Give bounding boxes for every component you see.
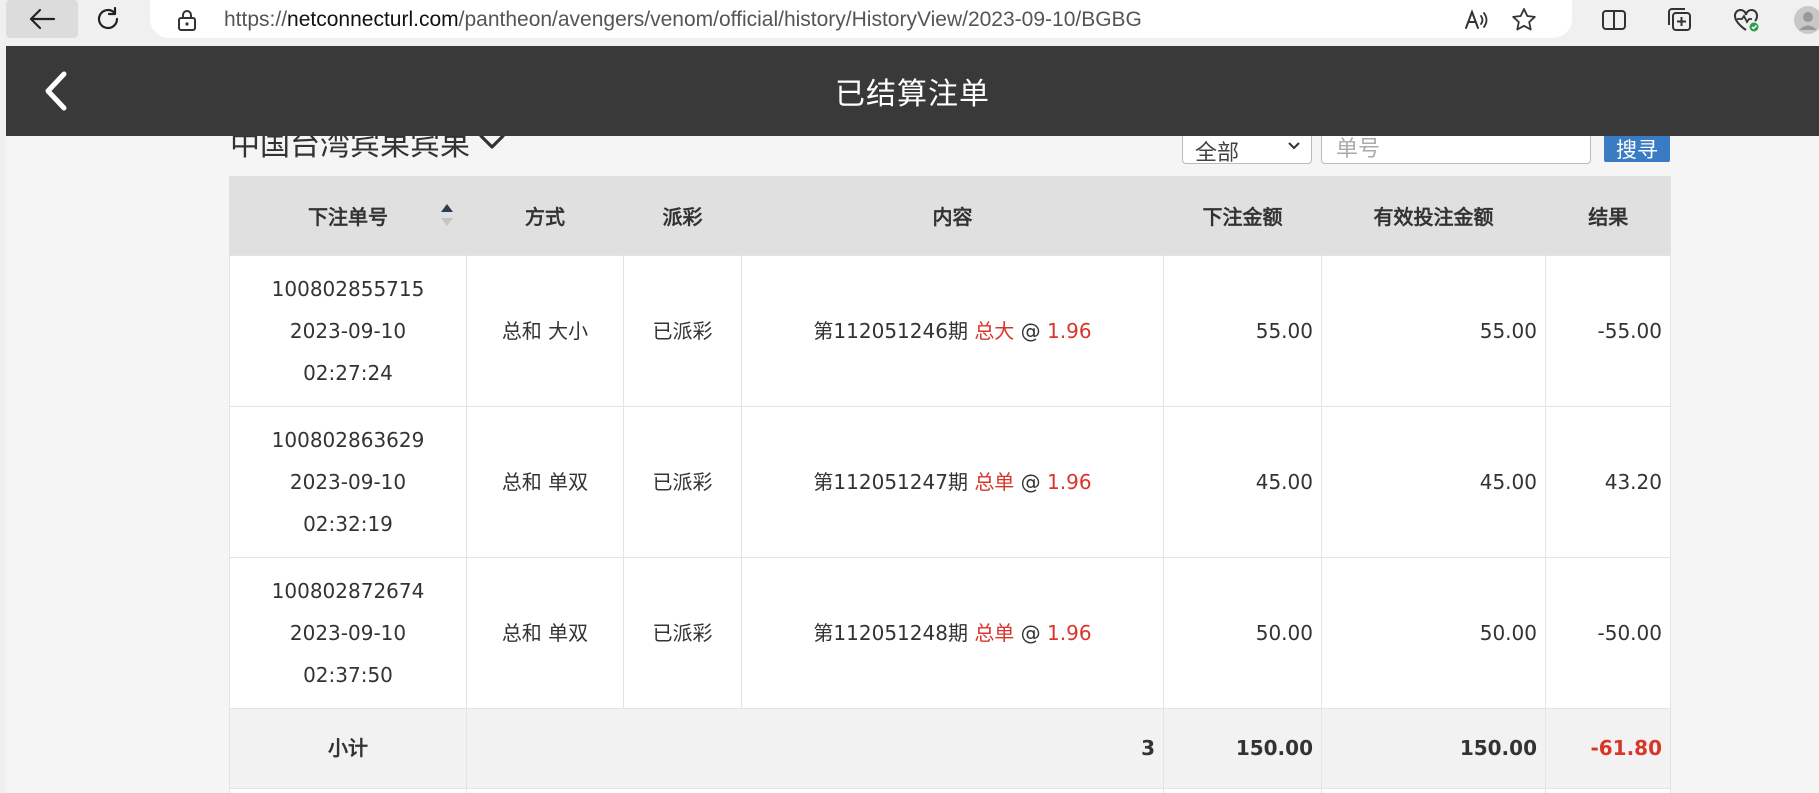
payout-cell: 已派彩	[623, 556, 742, 709]
read-aloud-icon[interactable]	[1462, 6, 1490, 34]
amount-cell: 45.00	[1163, 405, 1322, 558]
type-select-value: 全部	[1195, 141, 1240, 166]
subtotal-count: 3	[466, 707, 1164, 789]
chevron-down-icon	[1288, 142, 1300, 150]
order-cell: 100802863629 2023-09-10 02:32:19	[229, 405, 467, 558]
result-cell: 43.20	[1545, 405, 1671, 558]
table-row: 100802855715 2023-09-10 02:27:24 总和 大小 已…	[229, 254, 1671, 407]
reload-icon	[97, 6, 119, 30]
amount-cell: 50.00	[1163, 556, 1322, 709]
page-content: 已结算注单 中国台湾宾果宾果 全部 搜寻 下注单号	[6, 46, 1819, 793]
url-text[interactable]: https://netconnecturl.com/pantheon/aveng…	[224, 8, 1142, 32]
method-cell: 总和 大小	[466, 254, 624, 407]
at-sign: @	[1020, 469, 1041, 494]
favorite-star-icon[interactable]	[1510, 6, 1538, 34]
order-time: 02:32:19	[303, 511, 393, 536]
lock-icon	[178, 10, 196, 31]
column-header-order-no[interactable]: 下注单号	[229, 176, 467, 255]
column-header-valid-amount: 有效投注金额	[1321, 176, 1546, 255]
sort-icon[interactable]	[440, 202, 454, 228]
valid-amount-cell: 45.00	[1321, 405, 1546, 558]
subtotal-row: 小计 3 150.00 150.00 -61.80	[229, 707, 1671, 789]
table-row: 100802863629 2023-09-10 02:32:19 总和 单双 已…	[229, 405, 1671, 558]
subtotal-result: -61.80	[1545, 707, 1671, 789]
browser-back-button[interactable]	[6, 0, 78, 38]
amount-cell: 55.00	[1163, 254, 1322, 407]
odds: 1.96	[1047, 318, 1092, 343]
payout-cell: 已派彩	[623, 254, 742, 407]
content-cell: 第112051246期 总大 @ 1.96	[741, 254, 1164, 407]
period: 第112051246期	[813, 318, 968, 343]
column-header-payout: 派彩	[623, 176, 742, 255]
order-cell: 100802855715 2023-09-10 02:27:24	[229, 254, 467, 407]
order-cell: 100802872674 2023-09-10 02:37:50	[229, 556, 467, 709]
browser-toolbar: https://netconnecturl.com/pantheon/aveng…	[0, 0, 1819, 46]
order-number: 100802872674	[271, 578, 425, 603]
result-cell: -55.00	[1545, 254, 1671, 407]
order-time: 02:37:50	[303, 662, 393, 687]
subtotal-label: 小计	[229, 707, 467, 789]
valid-amount-cell: 55.00	[1321, 254, 1546, 407]
method-cell: 总和 单双	[466, 556, 624, 709]
chevron-left-icon[interactable]	[36, 68, 76, 114]
table-row: 100802872674 2023-09-10 02:37:50 总和 单双 已…	[229, 556, 1671, 709]
page-title: 已结算注单	[835, 77, 990, 112]
collections-icon[interactable]	[1664, 4, 1696, 36]
odds: 1.96	[1047, 620, 1092, 645]
result-cell: -50.00	[1545, 556, 1671, 709]
browser-essentials-icon[interactable]	[1730, 4, 1762, 36]
order-date: 2023-09-10	[289, 318, 407, 343]
order-number: 100802855715	[271, 276, 425, 301]
valid-amount-cell: 50.00	[1321, 556, 1546, 709]
browser-reload-button[interactable]	[72, 0, 144, 38]
arrow-left-icon	[29, 8, 56, 30]
pick: 总大	[974, 318, 1015, 343]
period: 第112051247期	[813, 469, 968, 494]
period: 第112051248期	[813, 620, 968, 645]
column-header-amount: 下注金额	[1163, 176, 1322, 255]
at-sign: @	[1020, 620, 1041, 645]
order-time: 02:27:24	[303, 360, 393, 385]
order-date: 2023-09-10	[289, 469, 407, 494]
order-number: 100802863629	[271, 427, 425, 452]
column-header-result: 结果	[1545, 176, 1671, 255]
split-screen-icon[interactable]	[1598, 4, 1630, 36]
subtotal-valid-amount: 150.00	[1321, 707, 1546, 789]
address-bar[interactable]: https://netconnecturl.com/pantheon/aveng…	[150, 0, 1572, 38]
content-cell: 第112051248期 总单 @ 1.96	[741, 556, 1164, 709]
at-sign: @	[1020, 318, 1041, 343]
content-cell: 第112051247期 总单 @ 1.96	[741, 405, 1164, 558]
column-header-method: 方式	[466, 176, 624, 255]
profile-avatar-icon[interactable]	[1792, 4, 1819, 36]
method-cell: 总和 单双	[466, 405, 624, 558]
settled-bets-table: 下注单号 方式 派彩 内容 下注金额 有效投注金额 结果 10080285571…	[229, 176, 1671, 793]
order-date: 2023-09-10	[289, 620, 407, 645]
pick: 总单	[974, 620, 1015, 645]
table-header-row: 下注单号 方式 派彩 内容 下注金额 有效投注金额 结果	[229, 176, 1671, 255]
pick: 总单	[974, 469, 1015, 494]
subtotal-amount: 150.00	[1163, 707, 1322, 789]
column-header-content: 内容	[741, 176, 1164, 255]
table-row-partial	[229, 787, 1671, 793]
app-header: 已结算注单	[6, 46, 1819, 136]
payout-cell: 已派彩	[623, 405, 742, 558]
odds: 1.96	[1047, 469, 1092, 494]
